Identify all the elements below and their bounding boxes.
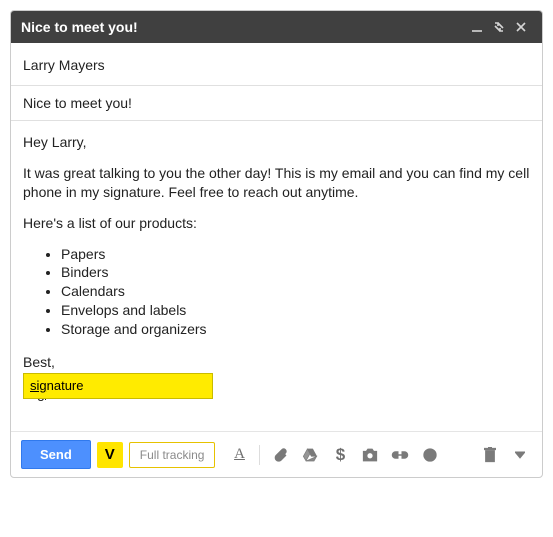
link-icon[interactable] [388, 443, 412, 467]
window-title: Nice to meet you! [21, 19, 466, 35]
close-icon[interactable] [510, 16, 532, 38]
more-icon[interactable] [508, 443, 532, 467]
attach-icon[interactable] [268, 443, 292, 467]
body-p2: Here's a list of our products: [23, 214, 530, 233]
message-body[interactable]: Hey Larry, It was great talking to you t… [11, 121, 542, 431]
autocomplete-match: sig [30, 378, 47, 393]
format-icon[interactable]: A [227, 443, 251, 467]
toolbar: Send V Full tracking A $ [11, 431, 542, 477]
minimize-icon[interactable] [466, 16, 488, 38]
subject-field[interactable]: Nice to meet you! [11, 86, 542, 121]
list-item: Envelops and labels [61, 301, 530, 320]
send-button[interactable]: Send [21, 440, 91, 469]
to-field[interactable]: Larry Mayers [11, 43, 542, 86]
divider [259, 445, 260, 465]
tracking-button[interactable]: Full tracking [129, 442, 216, 468]
product-list: Papers Binders Calendars Envelops and la… [23, 245, 530, 339]
dollar-icon[interactable]: $ [328, 443, 352, 467]
body-closing: Best, [23, 353, 530, 372]
camera-icon[interactable] [358, 443, 382, 467]
list-item: Binders [61, 263, 530, 282]
compose-window: Nice to meet you! Larry Mayers Nice to m… [10, 10, 543, 478]
to-value: Larry Mayers [23, 57, 105, 73]
emoji-icon[interactable] [418, 443, 442, 467]
subject-value: Nice to meet you! [23, 95, 132, 111]
trash-icon[interactable] [478, 443, 502, 467]
list-item: Storage and organizers [61, 320, 530, 339]
autocomplete-popup[interactable]: signature [23, 373, 213, 399]
restore-icon[interactable] [488, 16, 510, 38]
list-item: Papers [61, 245, 530, 264]
titlebar[interactable]: Nice to meet you! [11, 11, 542, 43]
list-item: Calendars [61, 282, 530, 301]
body-greeting: Hey Larry, [23, 133, 530, 152]
vocus-badge[interactable]: V [97, 442, 123, 468]
drive-icon[interactable] [298, 443, 322, 467]
body-p1: It was great talking to you the other da… [23, 164, 530, 202]
autocomplete-rest: nature [47, 378, 84, 393]
